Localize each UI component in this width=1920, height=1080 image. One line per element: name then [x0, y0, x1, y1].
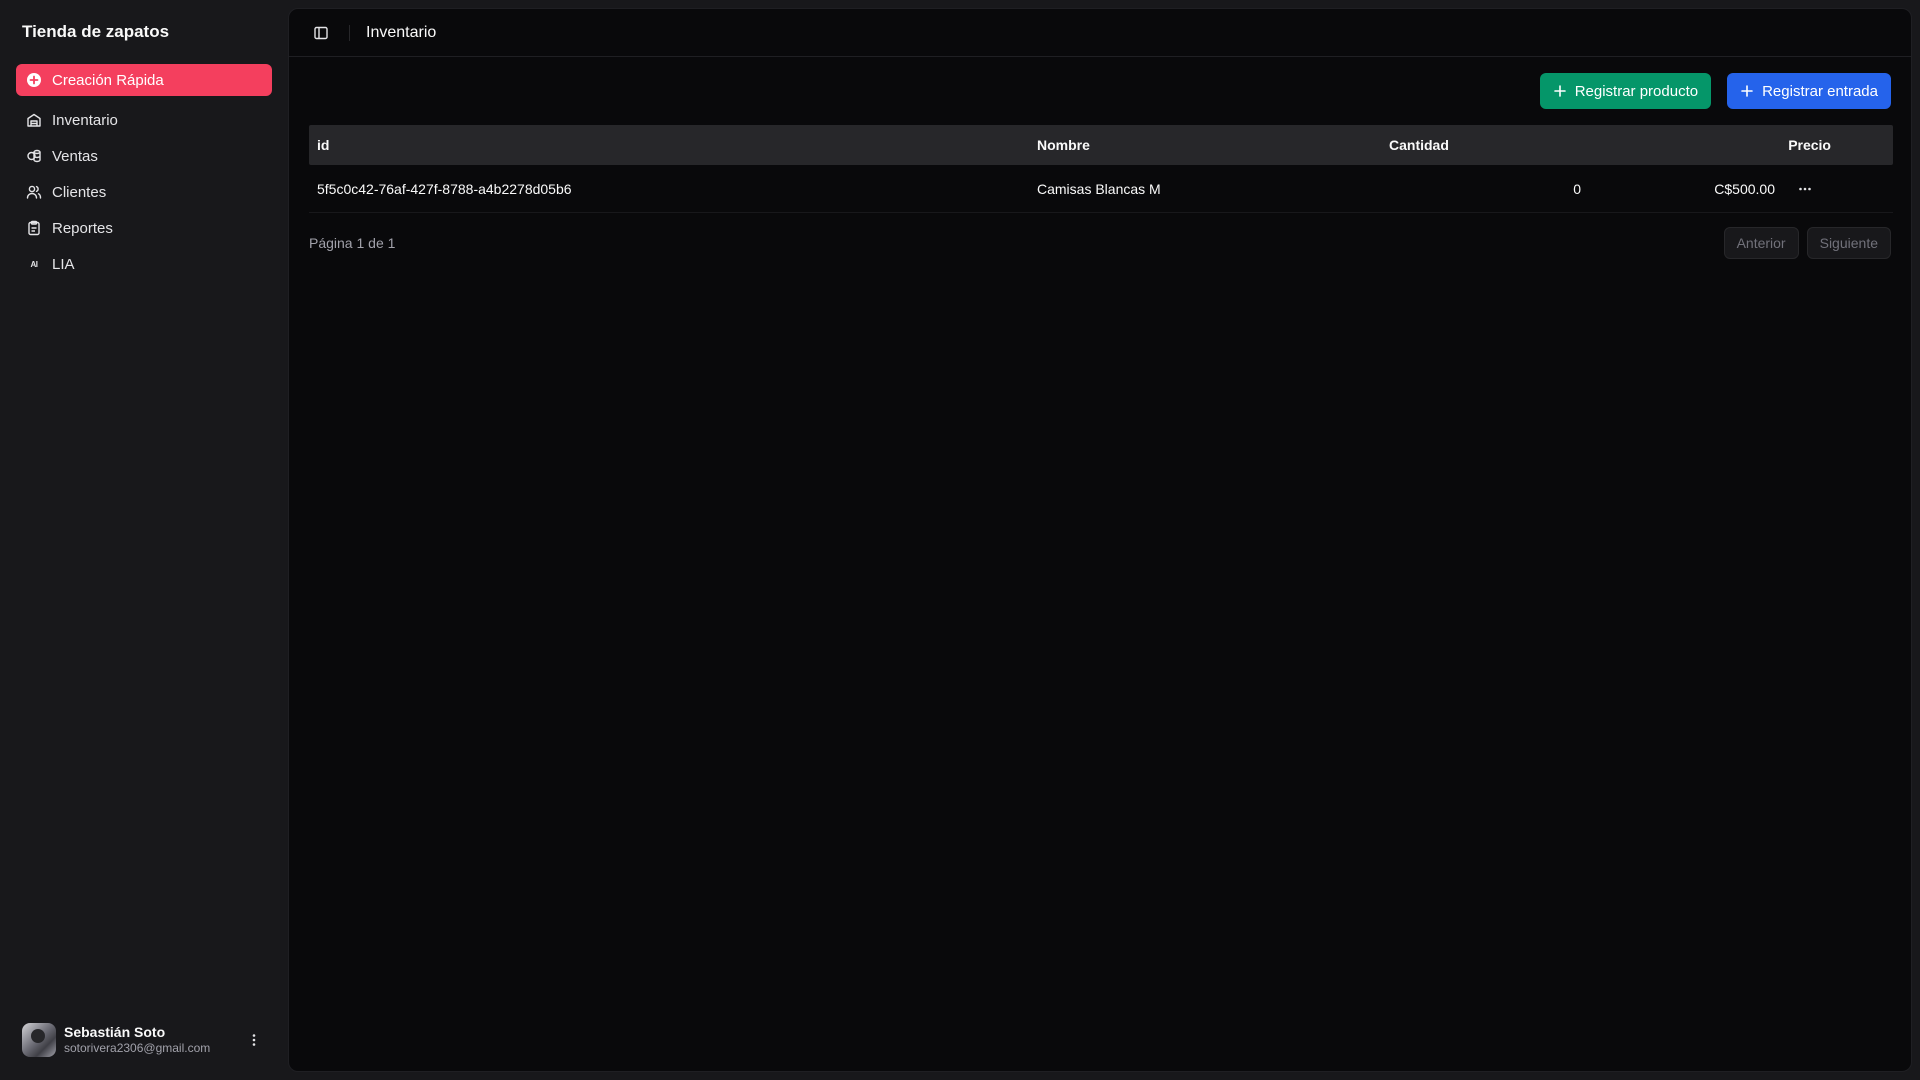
- register-entry-label: Registrar entrada: [1762, 82, 1878, 100]
- column-header-nombre: Nombre: [1037, 137, 1090, 153]
- sidebar-item-ventas[interactable]: Ventas: [16, 140, 272, 172]
- cell-name: Camisas Blancas M: [1037, 180, 1161, 197]
- inventory-table: id Nombre Cantidad Precio 5f5c0c42-76af-…: [309, 125, 1893, 213]
- sidebar-item-label: Clientes: [52, 183, 107, 201]
- toolbar: Registrar producto Registrar entrada: [309, 73, 1891, 109]
- sidebar-item-reportes[interactable]: Reportes: [16, 212, 272, 244]
- clipboard-icon: [26, 220, 42, 236]
- users-icon: [26, 184, 42, 200]
- sidebar-item-lia[interactable]: AI LIA: [16, 248, 272, 280]
- content: Registrar producto Registrar entrada id …: [289, 57, 1911, 275]
- sidebar-toggle-icon[interactable]: [311, 23, 331, 43]
- plus-icon: [1553, 85, 1566, 97]
- user-menu[interactable]: Sebastián Soto sotorivera2306@gmail.com: [16, 1008, 272, 1072]
- sidebar-item-label: Reportes: [52, 219, 113, 237]
- app: Tienda de zapatos Creación Rápida Invent…: [0, 0, 1920, 1080]
- user-email: sotorivera2306@gmail.com: [64, 1041, 211, 1056]
- table-header: id Nombre Cantidad Precio: [309, 125, 1893, 165]
- sidebar-item-label: Ventas: [52, 147, 98, 165]
- quick-create-button[interactable]: Creación Rápida: [16, 64, 272, 96]
- ai-icon: AI: [30, 259, 39, 269]
- cell-id: 5f5c0c42-76af-427f-8788-a4b2278d05b6: [317, 180, 572, 197]
- page-title: Inventario: [366, 23, 437, 41]
- sidebar-item-label: LIA: [52, 255, 75, 273]
- more-horizontal-icon[interactable]: [1793, 177, 1817, 201]
- previous-button[interactable]: Anterior: [1723, 227, 1799, 259]
- page-info: Página 1 de 1: [309, 235, 396, 251]
- sidebar-item-inventario[interactable]: Inventario: [16, 104, 272, 136]
- table-row: 5f5c0c42-76af-427f-8788-a4b2278d05b6 Cam…: [309, 165, 1893, 213]
- column-header-precio: Precio: [1788, 137, 1831, 153]
- plus-circle-icon: [26, 72, 42, 88]
- brand-title: Tienda de zapatos: [22, 22, 170, 41]
- quick-create-label: Creación Rápida: [52, 71, 164, 89]
- cell-actions: [1775, 177, 1835, 201]
- topbar: Inventario: [289, 9, 1911, 57]
- next-button[interactable]: Siguiente: [1806, 227, 1891, 259]
- more-vertical-icon[interactable]: [244, 1030, 264, 1050]
- user-info: Sebastián Soto sotorivera2306@gmail.com: [64, 1024, 236, 1055]
- sidebar-item-clientes[interactable]: Clientes: [16, 176, 272, 208]
- register-product-label: Registrar producto: [1574, 82, 1699, 100]
- sidebar: Tienda de zapatos Creación Rápida Invent…: [0, 0, 288, 1080]
- avatar: [22, 1023, 56, 1057]
- main-panel: Inventario Registrar producto Registrar …: [288, 8, 1912, 1072]
- sidebar-item-label: Inventario: [52, 111, 118, 129]
- topbar-divider: [349, 24, 350, 41]
- pagination: Página 1 de 1 Anterior Siguiente: [309, 227, 1891, 259]
- pagination-buttons: Anterior Siguiente: [1723, 227, 1891, 259]
- register-entry-button[interactable]: Registrar entrada: [1727, 73, 1891, 109]
- column-header-id: id: [317, 137, 330, 153]
- user-name: Sebastián Soto: [64, 1024, 166, 1041]
- coins-icon: [26, 148, 42, 164]
- warehouse-icon: [26, 112, 42, 128]
- cell-price: C$500.00: [1714, 180, 1775, 197]
- column-header-cantidad: Cantidad: [1389, 137, 1449, 153]
- cell-qty: 0: [1573, 180, 1581, 197]
- register-product-button[interactable]: Registrar producto: [1539, 73, 1712, 109]
- plus-icon: [1741, 85, 1753, 97]
- sidebar-nav: Creación Rápida Inventario Ventas Client…: [16, 64, 272, 280]
